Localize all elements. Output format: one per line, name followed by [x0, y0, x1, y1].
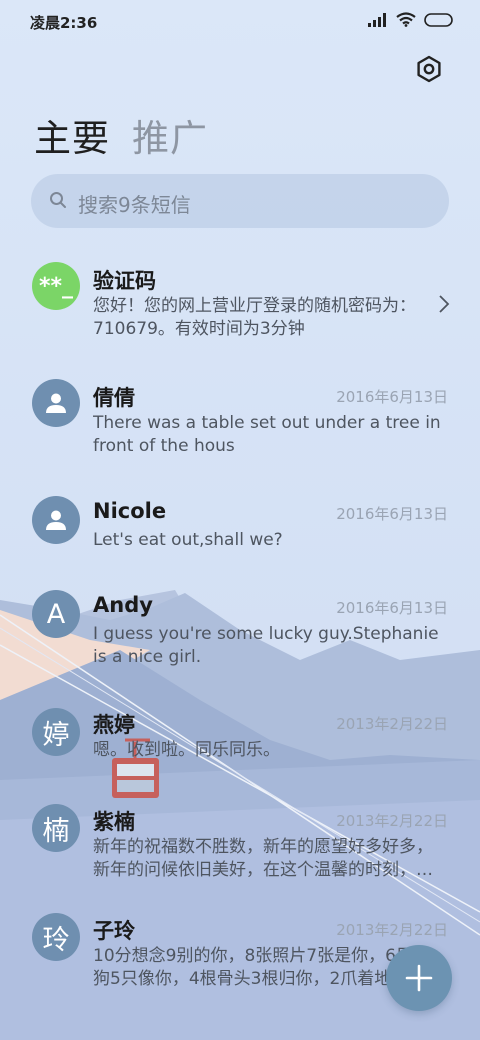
avatar — [32, 496, 80, 544]
message-date: 2013年2月22日 — [336, 812, 448, 830]
contact-name: 倩倩 — [93, 386, 135, 410]
contact-name: 验证码 — [93, 269, 156, 293]
avatar: 楠 — [32, 804, 80, 852]
search-icon — [50, 192, 66, 208]
message-preview: 嗯。收到啦。同乐同乐。 — [93, 740, 280, 760]
message-preview: I guess you're some lucky guy.Stephanie … — [93, 624, 439, 667]
status-time: 凌晨2:36 — [30, 14, 98, 32]
message-preview: There was a table set out under a tree i… — [93, 413, 441, 456]
wifi-icon — [396, 12, 416, 27]
message-preview: 您好！您的网上营业厅登录的随机密码为：710679。有效时间为3分钟 — [93, 296, 416, 339]
contact-name: Andy — [93, 593, 153, 617]
message-date: 2016年6月13日 — [336, 505, 448, 523]
contact-name: 紫楠 — [93, 810, 135, 834]
chevron-right-icon — [439, 295, 450, 313]
tab-promotion[interactable]: 推广 — [132, 108, 208, 162]
message-date: 2013年2月22日 — [336, 715, 448, 733]
conversation-item[interactable]: A Andy 2016年6月13日 I guess you're some lu… — [0, 590, 480, 684]
conversation-item[interactable]: 楠 紫楠 2013年2月22日 新年的祝福数不胜数，新年的愿望好多好多，新年的问… — [0, 800, 480, 916]
conversation-item[interactable]: 婷 燕婷 2013年2月22日 嗯。收到啦。同乐同乐。 — [0, 684, 480, 800]
new-message-button[interactable] — [386, 945, 452, 1011]
message-preview: 新年的祝福数不胜数，新年的愿望好多好多，新年的问候依旧美好，在这个温馨的时刻，… — [93, 837, 433, 880]
status-bar: 凌晨2:36 — [0, 0, 480, 44]
signal-icon — [368, 12, 386, 27]
settings-gear-icon[interactable] — [414, 54, 444, 84]
conversation-item[interactable]: **_ 验证码 您好！您的网上营业厅登录的随机密码为：710679。有效时间为3… — [0, 240, 480, 357]
message-date: 2013年2月22日 — [336, 921, 448, 939]
avatar: A — [32, 590, 80, 638]
search-bar[interactable]: 搜索9条短信 — [31, 174, 449, 228]
battery-icon — [424, 12, 453, 27]
message-date: 2016年6月13日 — [336, 388, 448, 406]
avatar: **_ — [32, 262, 80, 310]
avatar: 玲 — [32, 913, 80, 961]
avatar — [32, 379, 80, 427]
search-placeholder: 搜索9条短信 — [78, 193, 191, 217]
conversation-item[interactable]: 倩倩 2016年6月13日 There was a table set out … — [0, 357, 480, 474]
message-date: 2016年6月13日 — [336, 599, 448, 617]
person-icon — [46, 510, 66, 530]
tab-bar: 主要 推广 — [34, 108, 208, 162]
conversation-item[interactable]: Nicole 2016年6月13日 Let's eat out,shall we… — [0, 474, 480, 591]
status-icons — [368, 12, 454, 27]
plus-icon — [405, 964, 433, 992]
contact-name: 子玲 — [93, 919, 135, 943]
person-icon — [46, 393, 66, 413]
message-list: **_ 验证码 您好！您的网上营业厅登录的随机密码为：710679。有效时间为3… — [0, 240, 480, 1032]
avatar: 婷 — [32, 708, 80, 756]
contact-name: Nicole — [93, 499, 167, 523]
message-preview: Let's eat out,shall we? — [93, 530, 283, 550]
contact-name: 燕婷 — [93, 713, 135, 737]
tab-main[interactable]: 主要 — [34, 108, 110, 162]
